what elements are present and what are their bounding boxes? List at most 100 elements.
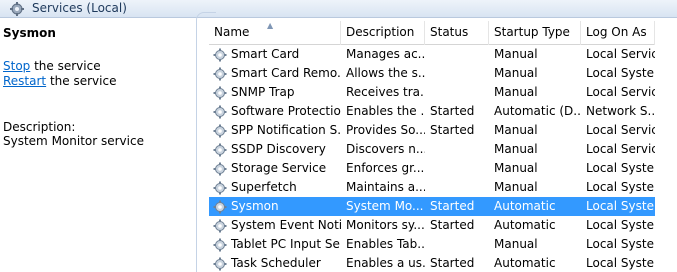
column-header-row: ▲ Name Description Status Startup Type L… (209, 21, 655, 45)
service-startup-cell: Automatic (494, 199, 556, 213)
service-name-cell: Smart Card Remo... (209, 64, 341, 83)
service-logon-cell: Local Syste... (586, 237, 655, 251)
sort-ascending-icon: ▲ (267, 21, 274, 30)
service-logon-cell: Local Service (586, 47, 655, 61)
service-name: System Event Noti... (231, 218, 341, 232)
service-gear-icon (213, 86, 227, 99)
service-logon-cell: Local Syste... (586, 199, 655, 213)
table-row[interactable]: Smart Card Remo... Allows the s... Manual L… (209, 64, 655, 83)
service-name-cell: SSDP Discovery (209, 140, 341, 159)
table-row[interactable]: Sysmon System Mo... Started Automatic Local … (209, 197, 655, 216)
service-description-cell: Enables the ... (346, 104, 425, 118)
table-row[interactable]: Task Scheduler Enables a us... Started Auto… (209, 254, 655, 272)
service-name-cell: Superfetch (209, 178, 341, 197)
table-row[interactable]: SPP Notification S... Provides So... Start… (209, 121, 655, 140)
service-name-cell: System Event Noti... (209, 216, 341, 235)
service-logon-cell: Network S... (586, 104, 655, 118)
service-startup-cell: Manual (494, 85, 538, 99)
column-header-startup-type-label: Startup Type (494, 25, 570, 39)
service-startup-cell: Manual (494, 66, 538, 80)
stop-action-line: Stop the service (3, 59, 101, 73)
service-logon-cell: Local Service (586, 85, 655, 99)
service-name: Smart Card (231, 47, 300, 61)
service-gear-icon (213, 257, 227, 270)
restart-action-suffix: the service (46, 74, 117, 88)
service-startup-cell: Manual (494, 123, 538, 137)
service-status-cell: Started (430, 218, 475, 232)
restart-action-line: Restart the service (3, 74, 116, 88)
service-description-cell: Enforces gr... (346, 161, 425, 175)
service-gear-icon (213, 48, 227, 61)
service-gear-icon (213, 143, 227, 156)
service-name: SSDP Discovery (231, 142, 326, 156)
service-name: Sysmon (231, 199, 279, 213)
column-header-description[interactable]: Description (341, 21, 425, 45)
service-status-cell (425, 83, 489, 102)
service-name: SPP Notification S... (231, 123, 341, 137)
service-status-cell: Started (430, 199, 475, 213)
description-label: Description: (3, 120, 76, 134)
column-header-name[interactable]: ▲ Name (209, 21, 341, 45)
column-header-log-on-as[interactable]: Log On As (581, 21, 655, 45)
service-name: Smart Card Remo... (231, 66, 341, 80)
service-name: Task Scheduler (231, 256, 321, 270)
service-name-cell: Smart Card (209, 45, 341, 64)
service-startup-cell: Automatic (494, 218, 556, 232)
table-row[interactable]: Storage Service Enforces gr... Manual Local… (209, 159, 655, 178)
table-row[interactable]: SSDP Discovery Discovers n... Manual Local … (209, 140, 655, 159)
column-header-log-on-as-label: Log On As (586, 25, 647, 39)
service-gear-icon (213, 200, 227, 213)
service-description-cell: Monitors sy... (346, 218, 425, 232)
service-description-cell: Enables Tab... (346, 237, 425, 251)
service-logon-cell: Local Service (586, 123, 655, 137)
service-logon-cell: Local Syste... (586, 218, 655, 232)
service-gear-icon (213, 238, 227, 251)
service-logon-cell: Local Syste... (586, 161, 655, 175)
table-row[interactable]: System Event Noti... Monitors sy... Starte… (209, 216, 655, 235)
service-gear-icon (213, 124, 227, 137)
table-row[interactable]: Software Protection Enables the ... Starte… (209, 102, 655, 121)
service-logon-cell: Local Syste... (586, 180, 655, 194)
service-name-cell: SNMP Trap (209, 83, 341, 102)
service-startup-cell: Manual (494, 47, 538, 61)
services-list[interactable]: ▲ Name Description Status Startup Type L… (209, 21, 655, 272)
table-row[interactable]: Superfetch Maintains a... Manual Local Syst… (209, 178, 655, 197)
service-description-cell: Maintains a... (346, 180, 425, 194)
service-gear-icon (213, 219, 227, 232)
column-header-description-label: Description (346, 25, 415, 39)
stop-service-link[interactable]: Stop (3, 59, 30, 73)
service-name-cell: Storage Service (209, 159, 341, 178)
service-startup-cell: Manual (494, 180, 538, 194)
service-description-cell: Receives tra... (346, 85, 425, 99)
column-header-startup-type[interactable]: Startup Type (489, 21, 581, 45)
table-row[interactable]: SNMP Trap Receives tra... Manual Local Serv… (209, 83, 655, 102)
service-name: Superfetch (231, 180, 297, 194)
gear-icon (10, 2, 24, 16)
service-description-cell: Manages ac... (346, 47, 425, 61)
service-description-cell: Enables a us... (346, 256, 425, 270)
service-rows: Smart Card Manages ac... Manual Local Servi… (209, 45, 655, 272)
restart-service-link[interactable]: Restart (3, 74, 46, 88)
service-name: Software Protection (231, 104, 341, 118)
service-name: Tablet PC Input Se... (231, 237, 341, 251)
service-gear-icon (213, 105, 227, 118)
column-header-status[interactable]: Status (425, 21, 489, 45)
service-status-cell (425, 45, 489, 64)
description-text: System Monitor service (3, 134, 144, 148)
service-startup-cell: Manual (494, 142, 538, 156)
table-row[interactable]: Smart Card Manages ac... Manual Local Servi… (209, 45, 655, 64)
service-name-cell: Task Scheduler (209, 254, 341, 272)
service-gear-icon (213, 67, 227, 80)
service-logon-cell: Local Syste... (586, 66, 655, 80)
service-name-cell: Tablet PC Input Se... (209, 235, 341, 254)
service-status-cell (425, 178, 489, 197)
service-status-cell: Started (430, 256, 475, 270)
selected-service-name: Sysmon (3, 26, 56, 40)
service-name: Storage Service (231, 161, 327, 175)
table-row[interactable]: Tablet PC Input Se... Enables Tab... Manua… (209, 235, 655, 254)
service-status-cell: Started (430, 104, 475, 118)
service-name-cell: Software Protection (209, 102, 341, 121)
service-description-cell: Provides So... (346, 123, 425, 137)
service-startup-cell: Automatic (494, 256, 556, 270)
service-gear-icon (213, 181, 227, 194)
